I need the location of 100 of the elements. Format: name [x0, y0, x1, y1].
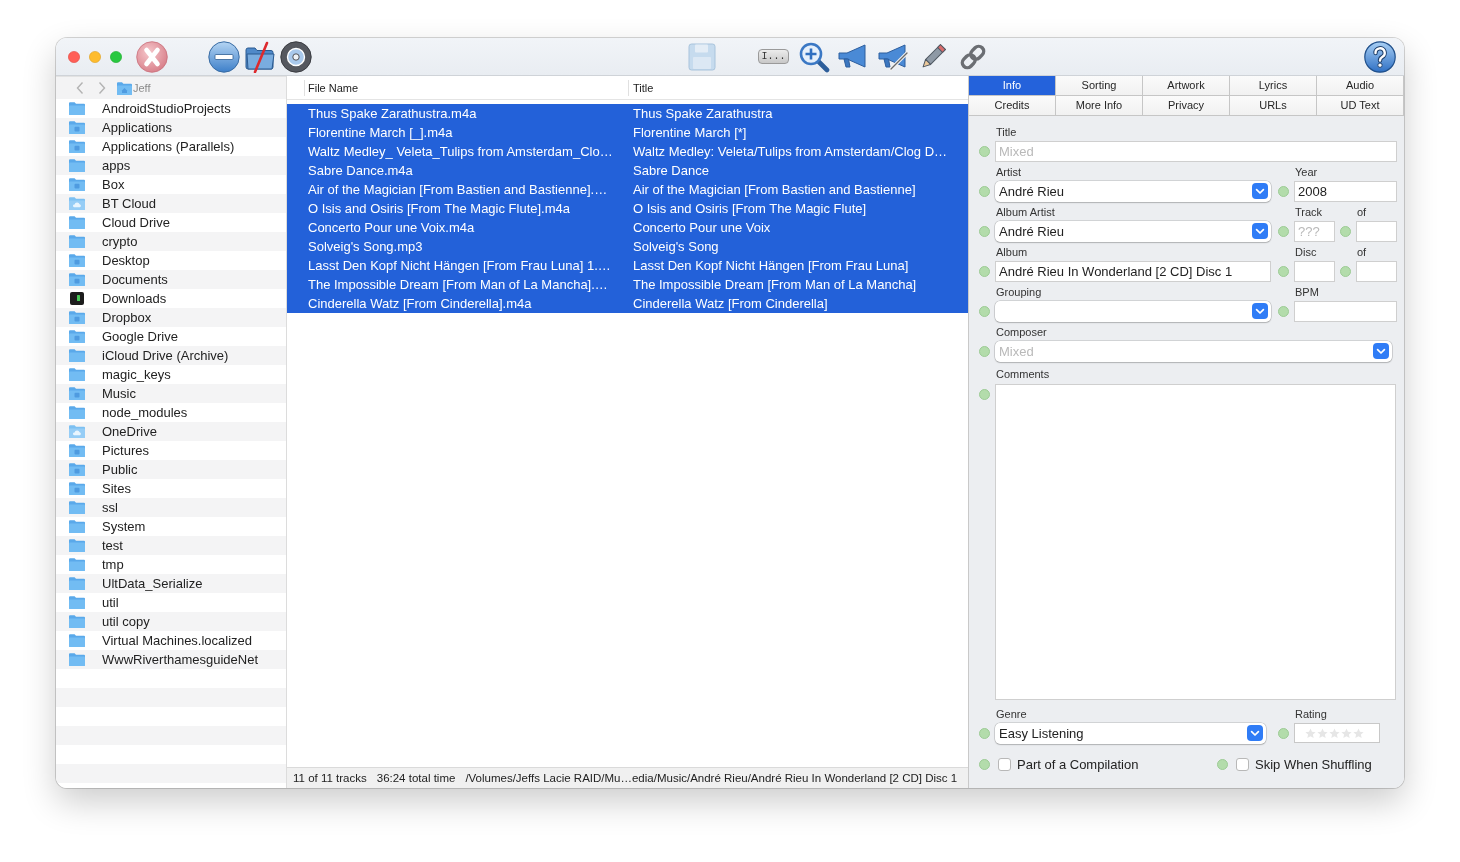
folder-slash-icon[interactable]: [244, 40, 276, 73]
folder-icon: [69, 330, 85, 343]
chevron-down-icon[interactable]: [1252, 303, 1268, 319]
track-row[interactable]: Sabre Dance.m4a Sabre Dance: [287, 161, 968, 180]
title-field[interactable]: Mixed: [995, 140, 1397, 162]
track-total-field[interactable]: [1356, 220, 1397, 242]
chevron-down-icon[interactable]: [1252, 183, 1268, 199]
title-cell-text: Sabre Dance: [632, 163, 710, 178]
artist-dropdown[interactable]: André Rieu: [995, 180, 1271, 202]
grouping-dropdown[interactable]: [995, 300, 1271, 322]
zoom-window-icon[interactable]: [110, 50, 122, 63]
chevron-down-icon[interactable]: [1247, 725, 1263, 741]
home-folder-icon: [117, 81, 132, 95]
file-name-cell-text: Waltz Medley_ Veleta_Tulips from Amsterdam_Clo…: [307, 144, 614, 159]
star-icon: [1317, 727, 1328, 739]
inspector-tab[interactable]: Sorting: [1056, 76, 1143, 96]
inspector-tab[interactable]: Audio: [1317, 76, 1404, 96]
inspector-tab[interactable]: UD Text: [1317, 96, 1404, 116]
disc-label: Disc: [1294, 245, 1317, 260]
folder-icon: [69, 634, 85, 647]
total-time: 36:24 total time: [376, 772, 456, 784]
disc-total-label: of: [1356, 245, 1367, 260]
folder-icon: [69, 463, 85, 476]
compilation-checkbox[interactable]: [998, 757, 1011, 771]
help-icon[interactable]: [1364, 40, 1396, 73]
track-row[interactable]: Air of the Magician [From Bastien and Bastienne].… Air of the Magician [From Bastien and Bastienne]: [287, 180, 968, 199]
folder-icon: [69, 140, 85, 153]
text-button[interactable]: I...: [758, 49, 789, 64]
title-cell-text: The Impossible Dream [From Man of La Mancha]: [632, 277, 918, 292]
column-header[interactable]: Title: [628, 79, 961, 96]
composer-label: Composer: [995, 325, 1047, 340]
folder-icon: [69, 273, 85, 286]
close-window-icon[interactable]: [68, 50, 80, 63]
title-cell-text: Lasst Den Kopf Nicht Hängen [From Frau Luna]: [632, 258, 910, 273]
status-dot-icon: [979, 185, 990, 197]
track-row[interactable]: The Impossible Dream [From Man of La Mancha].… The Impossible Dream [From Man of La Mancha]: [287, 275, 968, 294]
track-field[interactable]: ???: [1294, 220, 1335, 242]
inspector-tab[interactable]: URLs: [1230, 96, 1317, 116]
status-dot-icon: [1278, 305, 1289, 317]
folder-icon: [69, 254, 85, 267]
track-row[interactable]: Solveig's Song.mp3 Solveig's Song: [287, 237, 968, 256]
minus-circle-icon[interactable]: [208, 40, 240, 73]
folder-icon: [69, 178, 85, 191]
folder-icon: [69, 349, 85, 362]
zoom-in-icon[interactable]: [798, 40, 830, 73]
track-row[interactable]: Lasst Den Kopf Nicht Hängen [From Frau Luna] 1.… Lasst Den Kopf Nicht Hängen [From Frau Luna]: [287, 256, 968, 275]
track-row[interactable]: Waltz Medley_ Veleta_Tulips from Amsterdam_Clo… Waltz Medley: Veleta/Tulips from Amsterdam/Clog D…: [287, 142, 968, 161]
star-icon: [1329, 727, 1340, 739]
track-row[interactable]: Thus Spake Zarathustra.m4a Thus Spake Zarathustra: [287, 104, 968, 123]
folder-icon: [69, 577, 85, 590]
disc-field[interactable]: [1294, 260, 1335, 282]
folder-icon: [69, 311, 85, 324]
folder-icon: [69, 444, 85, 457]
file-name-cell-text: Solveig's Song.mp3: [307, 239, 424, 254]
folder-icon: [69, 596, 85, 609]
file-name-cell-text: The Impossible Dream [From Man of La Mancha].…: [307, 277, 609, 292]
disc-icon[interactable]: [280, 40, 312, 73]
inspector-tab[interactable]: Credits: [969, 96, 1056, 116]
path-label: Jeff: [133, 82, 151, 94]
album-field[interactable]: André Rieu In Wonderland [2 CD] Disc 1: [995, 260, 1271, 282]
file-path: /Volumes/Jeffs Lacie RAID/Mu…edia/Music/André Rieu/André Rieu In Wonderland [2 CD] Disc 1: [465, 772, 958, 784]
x-circle-icon[interactable]: [136, 40, 168, 73]
title-cell-text: Concerto Pour une Voix: [632, 220, 772, 235]
genre-dropdown[interactable]: Easy Listening: [995, 722, 1266, 744]
compilation-label: Part of a Compilation: [1017, 756, 1139, 772]
folder-icon: [69, 216, 85, 229]
column-header[interactable]: File Name: [304, 79, 628, 96]
folder-icon: [69, 653, 85, 666]
status-dot-icon: [1278, 727, 1289, 739]
file-name-cell-text: Concerto Pour une Voix.m4a: [307, 220, 476, 235]
star-icon: [1353, 727, 1364, 739]
bpm-field[interactable]: [1294, 300, 1397, 322]
title-cell-text: Cinderella Watz [From Cinderella]: [632, 296, 829, 311]
inspector-tab[interactable]: Info: [969, 76, 1056, 96]
track-row[interactable]: Cinderella Watz [From Cinderella].m4a Cinderella Watz [From Cinderella]: [287, 294, 968, 313]
track-row[interactable]: Concerto Pour une Voix.m4a Concerto Pour une Voix: [287, 218, 968, 237]
title-cell-text: Air of the Magician [From Bastien and Bastienne]: [632, 182, 917, 197]
status-dot-icon: [979, 265, 990, 277]
chevron-down-icon[interactable]: [1252, 223, 1268, 239]
folder-icon: [69, 159, 85, 172]
status-dot-icon: [979, 225, 990, 237]
skip-when-shuffling-checkbox[interactable]: [1236, 757, 1249, 771]
status-dot-icon: [1278, 265, 1289, 277]
rating-stars[interactable]: [1294, 723, 1380, 743]
album-artist-dropdown[interactable]: André Rieu: [995, 220, 1271, 242]
disc-total-field[interactable]: [1356, 260, 1397, 282]
folder-icon: [69, 235, 85, 248]
inspector-tab[interactable]: More Info: [1056, 96, 1143, 116]
track-row[interactable]: O Isis and Osiris [From The Magic Flute].m4a O Isis and Osiris [From The Magic Flute]: [287, 199, 968, 218]
year-field[interactable]: 2008: [1294, 180, 1397, 202]
file-name-cell-text: Air of the Magician [From Bastien and Bastienne].…: [307, 182, 609, 197]
track-row[interactable]: Florentine March [_].m4a Florentine March [*]: [287, 123, 968, 142]
file-name-cell-text: Sabre Dance.m4a: [307, 163, 414, 178]
inspector-tab[interactable]: Lyrics: [1230, 76, 1317, 96]
comments-field[interactable]: [995, 384, 1396, 700]
inspector-tab[interactable]: Privacy: [1143, 96, 1230, 116]
inspector-tab[interactable]: Artwork: [1143, 76, 1230, 96]
chevron-down-icon[interactable]: [1373, 343, 1389, 359]
folder-icon: [69, 121, 85, 134]
status-dot-icon: [979, 758, 990, 770]
